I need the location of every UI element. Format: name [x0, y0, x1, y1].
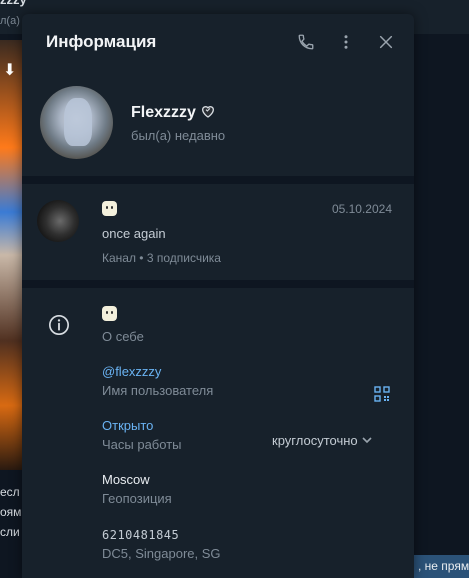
- background-line: сли: [0, 525, 20, 539]
- channel-post-date: 05.10.2024: [331, 202, 392, 216]
- background-chat-subtitle: л(а): [0, 15, 20, 27]
- qr-code-icon: [374, 386, 390, 402]
- username-value: @flexzzzy: [102, 364, 162, 379]
- background-chat-title: zzzy: [0, 0, 27, 7]
- username-label: Имя пользователя: [102, 383, 214, 398]
- channel-avatar: [37, 200, 79, 242]
- more-options-button[interactable]: [334, 30, 358, 54]
- section-divider: [22, 280, 414, 288]
- download-icon: ⬇: [3, 62, 17, 79]
- location-label: Геопозиция: [102, 491, 172, 506]
- profile-name: Flexzzzy: [131, 104, 196, 121]
- background-line: оям: [0, 505, 22, 519]
- location-value: Moscow: [102, 472, 150, 487]
- section-divider: [22, 176, 414, 184]
- datacenter-label: DC5, Singapore, SG: [102, 546, 221, 561]
- personal-channel-item[interactable]: 05.10.2024 once again Канал • 3 подписчи…: [22, 184, 414, 280]
- hours-label: Часы работы: [102, 437, 182, 452]
- hours-status: Открыто: [102, 418, 154, 433]
- location-row[interactable]: Moscow Геопозиция: [102, 472, 172, 506]
- info-icon: [48, 314, 70, 341]
- more-vert-icon: [344, 35, 348, 49]
- username-row[interactable]: @flexzzzy Имя пользователя: [102, 364, 213, 398]
- business-hours-row[interactable]: Открыто Часы работы: [102, 418, 182, 452]
- about-row[interactable]: О себе: [102, 306, 144, 344]
- close-button[interactable]: [374, 30, 398, 54]
- phone-icon: [298, 34, 314, 50]
- dialog-title: Информация: [46, 32, 157, 51]
- face-emoji-icon: [102, 201, 117, 216]
- hours-dropdown[interactable]: круглосуточно: [272, 432, 372, 448]
- qr-code-button[interactable]: [374, 386, 390, 402]
- background-line: есл: [0, 485, 20, 499]
- background-chat-area: [414, 34, 469, 555]
- profile-section: Flexzzzy был(а) недавно: [22, 70, 414, 176]
- call-button[interactable]: [294, 30, 318, 54]
- face-emoji-icon: [102, 306, 117, 321]
- background-media-preview: ⬇: [0, 40, 24, 470]
- heart-emoji-icon: [200, 103, 216, 124]
- background-message-text: есл оям сли: [0, 482, 24, 542]
- info-section: О себе @flexzzzy Имя пользователя Открыт…: [22, 288, 414, 578]
- hours-value: круглосуточно: [272, 433, 358, 448]
- profile-name-row: Flexzzzy: [131, 103, 216, 124]
- user-id-value: 6210481845: [102, 528, 180, 542]
- chevron-down-icon: [362, 432, 372, 447]
- channel-post-text: once again: [102, 226, 166, 241]
- profile-status: был(а) недавно: [131, 128, 226, 143]
- dialog-header: Информация: [22, 14, 414, 70]
- user-info-dialog: Информация Flexzzzy был(а) недавно 05.10…: [22, 14, 414, 578]
- avatar[interactable]: [40, 86, 113, 159]
- channel-meta: Канал • 3 подписчика: [102, 251, 221, 265]
- about-label: О себе: [102, 329, 144, 344]
- close-icon: [379, 35, 393, 49]
- user-id-row[interactable]: 6210481845 DC5, Singapore, SG: [102, 528, 221, 561]
- background-message-bubble: , не прям: [414, 555, 469, 578]
